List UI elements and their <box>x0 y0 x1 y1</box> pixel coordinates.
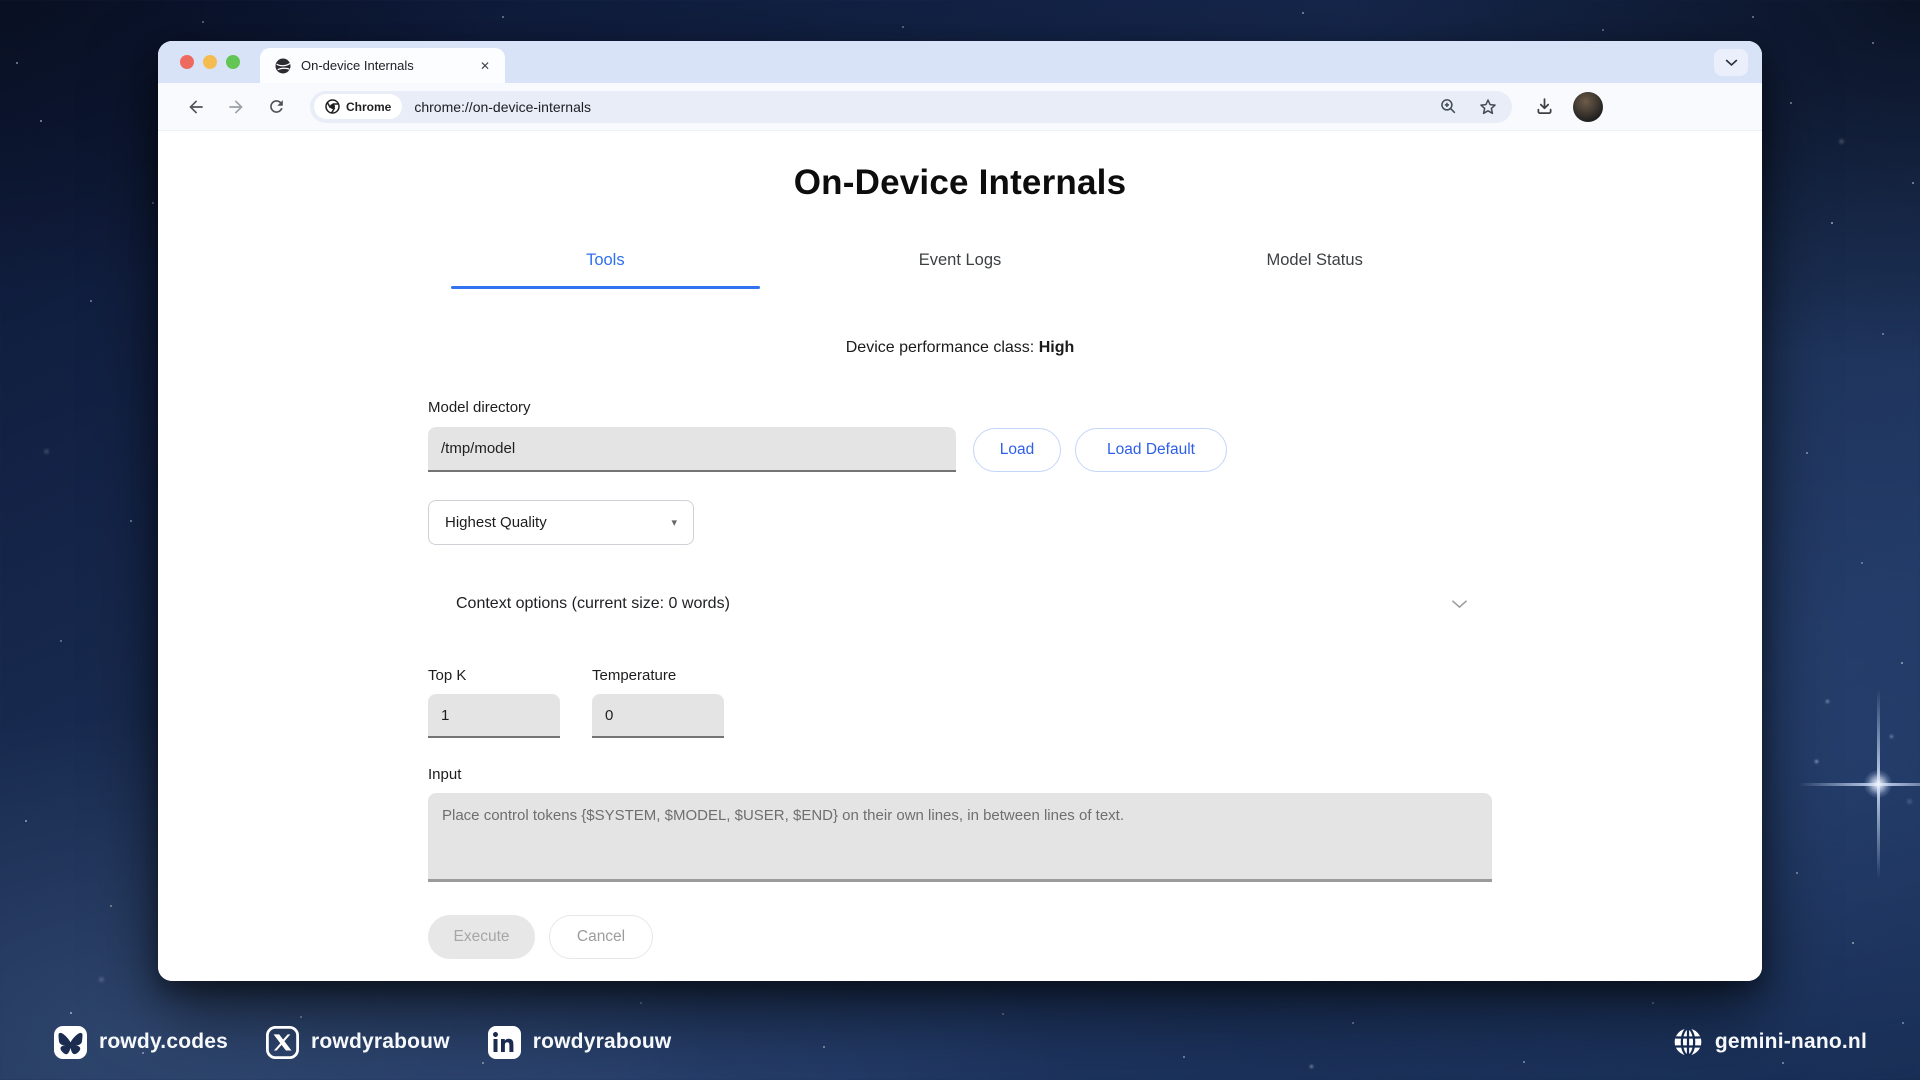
fullscreen-window-button[interactable] <box>226 55 240 69</box>
input-label: Input <box>428 766 1492 783</box>
forward-button[interactable] <box>220 91 252 123</box>
bluesky-icon <box>54 1026 87 1059</box>
browser-tab[interactable]: On-device Internals ✕ <box>260 48 505 83</box>
input-textarea[interactable] <box>428 793 1492 882</box>
x-label: rowdyrabouw <box>311 1030 450 1054</box>
temperature-input[interactable] <box>592 694 724 738</box>
tab-close-icon[interactable]: ✕ <box>477 57 493 75</box>
footer-social-links: rowdy.codes rowdyrabouw rowdyrabouw <box>54 1022 671 1062</box>
chevron-down-icon <box>1451 599 1468 609</box>
execute-button[interactable]: Execute <box>428 915 535 959</box>
context-options-label: Context options (current size: 0 words) <box>456 595 730 613</box>
load-button[interactable]: Load <box>973 428 1061 472</box>
starfield-soft <box>0 0 3 3</box>
model-directory-input[interactable] <box>428 427 956 472</box>
chip-label: Chrome <box>346 100 391 114</box>
tab-favicon-globe-icon <box>274 57 292 75</box>
performance-class-line: Device performance class: High <box>428 339 1492 357</box>
tab-strip: On-device Internals ✕ <box>158 41 1762 83</box>
model-directory-label: Model directory <box>428 399 1492 416</box>
browser-window: On-device Internals ✕ <box>158 41 1762 981</box>
bluesky-link[interactable]: rowdy.codes <box>54 1026 228 1059</box>
top-k-input[interactable] <box>428 694 560 738</box>
window-controls <box>180 41 240 83</box>
bookmark-star-icon[interactable] <box>1478 97 1498 117</box>
profile-avatar[interactable] <box>1573 92 1603 122</box>
linkedin-label: rowdyrabouw <box>533 1030 672 1054</box>
tab-event-logs[interactable]: Event Logs <box>783 243 1138 289</box>
back-button[interactable] <box>180 91 212 123</box>
close-window-button[interactable] <box>180 55 194 69</box>
url-text: chrome://on-device-internals <box>414 99 1439 115</box>
tab-tools[interactable]: Tools <box>428 243 783 289</box>
site-link[interactable]: gemini-nano.nl <box>1672 1022 1867 1062</box>
tab-model-status[interactable]: Model Status <box>1137 243 1492 289</box>
page-content: On-Device Internals Tools Event Logs Mod… <box>158 131 1762 981</box>
download-icon[interactable] <box>1534 96 1555 117</box>
tab-search-chevron-button[interactable] <box>1714 49 1748 76</box>
address-bar[interactable]: Chrome chrome://on-device-internals <box>310 91 1512 123</box>
load-default-button[interactable]: Load Default <box>1075 428 1227 472</box>
bluesky-label: rowdy.codes <box>99 1030 228 1054</box>
reload-button[interactable] <box>260 91 292 123</box>
performance-class-value: High <box>1039 339 1075 356</box>
minimize-window-button[interactable] <box>203 55 217 69</box>
linkedin-icon <box>488 1026 521 1059</box>
zoom-in-icon[interactable] <box>1439 97 1458 116</box>
chrome-logo-icon <box>325 99 340 114</box>
x-icon <box>266 1026 299 1059</box>
quality-select-value: Highest Quality <box>445 514 547 531</box>
page-title: On-Device Internals <box>428 163 1492 203</box>
context-options-expander[interactable]: Context options (current size: 0 words) <box>428 587 1492 621</box>
page-tab-bar: Tools Event Logs Model Status <box>428 243 1492 289</box>
browser-toolbar: Chrome chrome://on-device-internals <box>158 83 1762 131</box>
chrome-site-chip[interactable]: Chrome <box>314 94 402 119</box>
temperature-label: Temperature <box>592 667 724 684</box>
linkedin-link[interactable]: rowdyrabouw <box>488 1026 672 1059</box>
tab-title: On-device Internals <box>301 58 477 73</box>
quality-select[interactable]: Highest Quality ▾ <box>428 500 694 545</box>
site-label: gemini-nano.nl <box>1715 1030 1867 1054</box>
top-k-label: Top K <box>428 667 560 684</box>
x-link[interactable]: rowdyrabouw <box>266 1026 450 1059</box>
globe-icon <box>1672 1026 1704 1058</box>
select-caret-icon: ▾ <box>671 516 677 529</box>
cancel-button[interactable]: Cancel <box>549 915 653 959</box>
